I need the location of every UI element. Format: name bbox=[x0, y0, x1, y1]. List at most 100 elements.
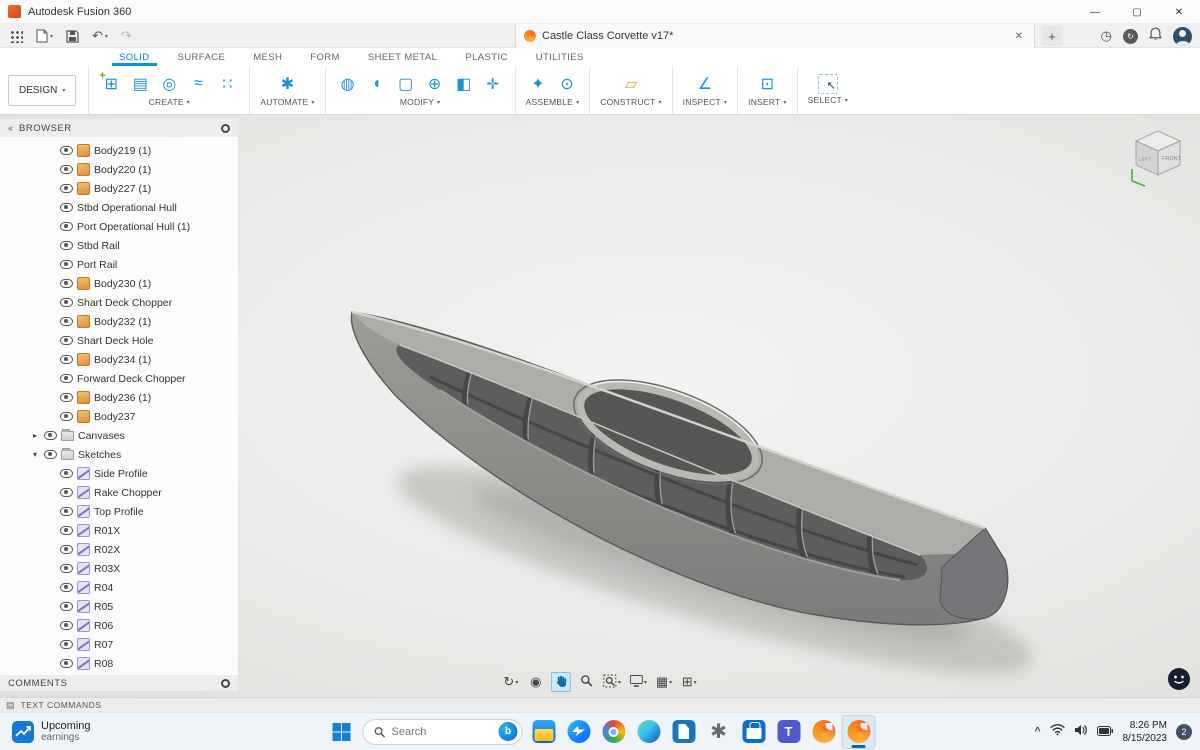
browser-item[interactable]: R01X bbox=[0, 521, 238, 540]
browser-item[interactable]: Body232 (1) bbox=[0, 312, 238, 331]
browser-item[interactable]: R03X bbox=[0, 559, 238, 578]
browser-item[interactable]: Body219 (1) bbox=[0, 141, 238, 160]
visibility-eye-icon[interactable] bbox=[60, 393, 73, 402]
redo-icon[interactable]: ↷ bbox=[121, 28, 132, 44]
split-icon[interactable]: ◧ bbox=[452, 72, 476, 96]
browser-item[interactable]: R04 bbox=[0, 578, 238, 597]
taskbar-app-chrome[interactable] bbox=[597, 715, 631, 749]
close-tab-icon[interactable]: ✕ bbox=[1012, 31, 1026, 42]
visibility-eye-icon[interactable] bbox=[60, 602, 73, 611]
taskbar-widget[interactable]: Upcoming earnings bbox=[6, 713, 97, 750]
profile-avatar[interactable] bbox=[1173, 27, 1192, 46]
sweep-icon[interactable]: ≈ bbox=[186, 72, 210, 96]
display-settings-icon[interactable]: ▾ bbox=[628, 672, 649, 692]
browser-item[interactable]: Sketches bbox=[0, 445, 238, 464]
taskbar-app-fusion-360-active[interactable] bbox=[842, 715, 876, 749]
save-icon[interactable] bbox=[66, 30, 79, 43]
grid-display-icon[interactable]: ▦▾ bbox=[654, 672, 674, 692]
visibility-eye-icon[interactable] bbox=[60, 355, 73, 364]
ribbon-tab[interactable]: SURFACE bbox=[171, 48, 233, 66]
browser-item[interactable]: Stbd Rail bbox=[0, 236, 238, 255]
taskbar-app-settings[interactable] bbox=[702, 715, 736, 749]
taskbar-search[interactable]: b bbox=[363, 719, 523, 745]
automate-icon[interactable]: ✱ bbox=[275, 72, 299, 96]
new-tab-button[interactable]: + bbox=[1042, 26, 1062, 46]
ribbon-tab[interactable]: SHEET METAL bbox=[361, 48, 445, 66]
hidden-icons-chevron[interactable]: ^ bbox=[1035, 726, 1041, 737]
notification-count-badge[interactable]: 2 bbox=[1176, 724, 1192, 740]
pan-icon[interactable]: ▾ bbox=[551, 672, 571, 692]
visibility-eye-icon[interactable] bbox=[60, 279, 73, 288]
comments-header[interactable]: COMMENTS bbox=[0, 675, 238, 691]
browser-item[interactable]: Port Operational Hull (1) bbox=[0, 217, 238, 236]
job-status-icon[interactable]: ◷ bbox=[1101, 28, 1112, 44]
close-button[interactable]: ✕ bbox=[1158, 0, 1200, 24]
panel-toggle-icon[interactable]: ▤ bbox=[6, 700, 15, 711]
ribbon-tab[interactable]: SOLID bbox=[112, 48, 157, 66]
visibility-eye-icon[interactable] bbox=[60, 507, 73, 516]
visibility-eye-icon[interactable] bbox=[60, 165, 73, 174]
joint-icon[interactable]: ⊙ bbox=[555, 72, 579, 96]
browser-item[interactable]: Body236 (1) bbox=[0, 388, 238, 407]
browser-item[interactable]: R08 bbox=[0, 654, 238, 673]
measure-icon[interactable]: ∠ bbox=[693, 72, 717, 96]
taskbar-app-teams[interactable] bbox=[772, 715, 806, 749]
visibility-eye-icon[interactable] bbox=[60, 336, 73, 345]
extensions-icon[interactable]: ↻ bbox=[1123, 29, 1138, 44]
undo-icon[interactable]: ↶▾ bbox=[92, 28, 108, 44]
construct-plane-icon[interactable]: ▱ bbox=[619, 72, 643, 96]
browser-item[interactable]: R07 bbox=[0, 635, 238, 654]
visibility-eye-icon[interactable] bbox=[44, 450, 57, 459]
assistant-bubble[interactable] bbox=[1167, 667, 1191, 691]
select-icon[interactable]: ↖ bbox=[818, 74, 838, 94]
maximize-button[interactable]: ▢ bbox=[1116, 0, 1158, 24]
ribbon-tab[interactable]: UTILITIES bbox=[529, 48, 591, 66]
browser-item[interactable]: Side Profile bbox=[0, 464, 238, 483]
visibility-eye-icon[interactable] bbox=[60, 146, 73, 155]
text-commands-bar[interactable]: ▤ TEXT COMMANDS bbox=[0, 697, 1200, 712]
taskbar-app-libreoffice[interactable] bbox=[667, 715, 701, 749]
expand-caret-icon[interactable] bbox=[30, 450, 40, 459]
minimize-button[interactable]: — bbox=[1074, 0, 1116, 24]
ribbon-tab[interactable]: MESH bbox=[246, 48, 289, 66]
search-input[interactable] bbox=[392, 726, 493, 738]
visibility-eye-icon[interactable] bbox=[60, 564, 73, 573]
taskbar-app-edge[interactable] bbox=[632, 715, 666, 749]
visibility-eye-icon[interactable] bbox=[60, 545, 73, 554]
visibility-eye-icon[interactable] bbox=[60, 488, 73, 497]
fit-icon[interactable]: ▾ bbox=[601, 672, 623, 692]
shell-icon[interactable]: ▢ bbox=[394, 72, 418, 96]
visibility-eye-icon[interactable] bbox=[60, 583, 73, 592]
battery-icon[interactable] bbox=[1097, 723, 1114, 741]
browser-item[interactable]: Shart Deck Chopper bbox=[0, 293, 238, 312]
insert-icon[interactable]: ⊡ bbox=[755, 72, 779, 96]
assemble-menu-label[interactable]: ASSEMBLE▾ bbox=[526, 97, 580, 107]
volume-icon[interactable] bbox=[1074, 723, 1088, 741]
viewports-icon[interactable]: ⊞▾ bbox=[679, 672, 699, 692]
visibility-eye-icon[interactable] bbox=[60, 374, 73, 383]
view-cube[interactable]: FRONT LEFT bbox=[1126, 123, 1190, 189]
taskbar-app-file-explorer[interactable] bbox=[527, 715, 561, 749]
start-button[interactable] bbox=[325, 715, 359, 749]
browser-item[interactable]: Top Profile bbox=[0, 502, 238, 521]
browser-item[interactable]: Body237 bbox=[0, 407, 238, 426]
document-tab[interactable]: Castle Class Corvette v17* ✕ bbox=[515, 24, 1035, 48]
taskbar-app-store[interactable] bbox=[737, 715, 771, 749]
combine-icon[interactable]: ⊕ bbox=[423, 72, 447, 96]
bing-icon[interactable]: b bbox=[499, 722, 518, 741]
browser-item[interactable]: Canvases bbox=[0, 426, 238, 445]
visibility-eye-icon[interactable] bbox=[60, 298, 73, 307]
visibility-eye-icon[interactable] bbox=[60, 241, 73, 250]
fillet-icon[interactable]: ◖ bbox=[365, 72, 389, 96]
create-menu-label[interactable]: CREATE▾ bbox=[149, 97, 190, 107]
select-menu-label[interactable]: SELECT▾ bbox=[808, 95, 849, 105]
visibility-eye-icon[interactable] bbox=[60, 526, 73, 535]
visibility-eye-icon[interactable] bbox=[60, 469, 73, 478]
browser-item[interactable]: Body230 (1) bbox=[0, 274, 238, 293]
browser-item[interactable]: Port Rail bbox=[0, 255, 238, 274]
browser-item[interactable]: Shart Deck Hole bbox=[0, 331, 238, 350]
taskbar-app-fusion-360[interactable] bbox=[807, 715, 841, 749]
notifications-icon[interactable] bbox=[1149, 27, 1162, 46]
new-component-icon[interactable]: ✦ bbox=[526, 72, 550, 96]
modify-menu-label[interactable]: MODIFY▾ bbox=[400, 97, 440, 107]
